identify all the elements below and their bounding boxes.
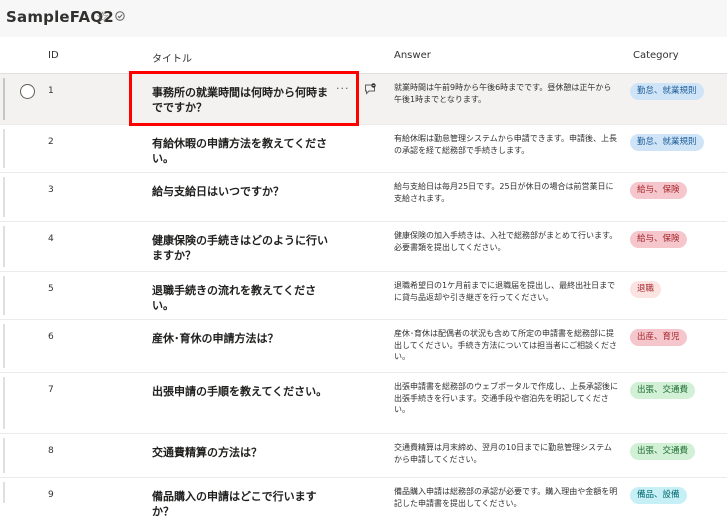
favorite-star-icon[interactable]: ☆ xyxy=(96,9,109,26)
row-indicator xyxy=(3,177,5,217)
category-pill: 退職 xyxy=(630,281,662,298)
list-header-bar: SampleFAQ2 ☆ xyxy=(0,0,727,37)
table-row[interactable]: 1 事務所の就業時間は何時から何時までですか？ ··· 就業時間は午前9時から午… xyxy=(0,74,727,125)
row-answer: 交通費精算は月末締め、翌月の10日までに勤怠管理システムから申請してください。 xyxy=(394,443,612,464)
row-title[interactable]: 産休･育休の申請方法は？ xyxy=(152,331,328,346)
category-pill: 出産、育児 xyxy=(630,329,687,346)
row-title[interactable]: 退職手続きの流れを教えてください。 xyxy=(152,283,328,313)
row-id: 4 xyxy=(48,234,54,244)
column-header-row: ID タイトル Answer Category xyxy=(0,37,727,74)
highlight-box xyxy=(129,71,359,126)
row-id: 8 xyxy=(48,446,54,456)
table-row[interactable]: 6 産休･育休の申請方法は？ 産休･育休は配偶者の状況も含めて所定の申請書を総務… xyxy=(0,320,727,373)
row-indicator xyxy=(3,276,5,315)
row-select-radio[interactable] xyxy=(20,84,35,99)
row-id: 6 xyxy=(48,332,54,342)
category-pill: 出張、交通費 xyxy=(630,443,696,460)
row-id: 7 xyxy=(48,385,54,395)
row-answer: 有給休暇は勤怠管理システムから申請できます。申請後、上長の承認を経て総務部で手続… xyxy=(394,134,617,155)
row-answer: 産休･育休は配偶者の状況も含めて所定の申請書を総務部に提出してください。手続き方… xyxy=(394,329,617,361)
row-title[interactable]: 備品購入の申請はどこで行いますか？ xyxy=(152,489,328,519)
row-indicator xyxy=(3,78,5,120)
column-header-answer[interactable]: Answer xyxy=(394,50,431,61)
row-answer: 出張申請書を総務部のウェブポータルで作成し、上長承認後に出張手続きを行います。交… xyxy=(394,382,618,414)
table-row[interactable]: 3 給与支給日はいつですか？ 給与支給日は毎月25日です。25日が休日の場合は前… xyxy=(0,173,727,222)
row-id: 3 xyxy=(48,185,54,195)
category-pill: 出張、交通費 xyxy=(630,382,696,399)
row-id: 5 xyxy=(48,284,54,294)
table-row[interactable]: 5 退職手続きの流れを教えてください。 退職希望日の1ケ月前までに退職届を提出し… xyxy=(0,272,727,320)
category-pill: 備品、設備 xyxy=(630,487,687,504)
table-row[interactable]: 9 備品購入の申請はどこで行いますか？ 備品購入申請は総務部の承認が必要です。購… xyxy=(0,478,727,518)
column-header-category[interactable]: Category xyxy=(633,50,679,61)
row-answer: 退職希望日の1ケ月前までに退職届を提出し、最終出社日までに貸与品返却や引き継ぎを… xyxy=(394,281,616,302)
category-pill: 勤怠、就業規則 xyxy=(630,83,704,100)
column-header-title[interactable]: タイトル xyxy=(152,50,192,65)
row-title[interactable]: 給与支給日はいつですか？ xyxy=(152,184,328,199)
row-answer: 就業時間は午前9時から午後6時までです。昼休憩は正午から午後1時までとなります。 xyxy=(394,83,612,104)
row-title[interactable]: 出張申請の手順を教えてください。 xyxy=(152,384,328,399)
category-pill: 給与、保険 xyxy=(630,231,687,248)
category-pill: 給与、保険 xyxy=(630,182,687,199)
status-check-icon[interactable] xyxy=(115,11,125,21)
row-indicator xyxy=(3,129,5,168)
table-row[interactable]: 4 健康保険の手続きはどのように行いますか？ 健康保険の加入手続きは、入社で総務… xyxy=(0,222,727,272)
table-row[interactable]: 7 出張申請の手順を教えてください。 出張申請書を総務部のウェブポータルで作成し… xyxy=(0,373,727,434)
table-row[interactable]: 2 有給休暇の申請方法を教えてください。 有給休暇は勤怠管理システムから申請でき… xyxy=(0,125,727,173)
row-id: 2 xyxy=(48,137,54,147)
row-indicator xyxy=(3,226,5,267)
row-title[interactable]: 健康保険の手続きはどのように行いますか？ xyxy=(152,233,328,263)
table-row[interactable]: 8 交通費精算の方法は？ 交通費精算は月末締め、翌月の10日までに勤怠管理システ… xyxy=(0,434,727,478)
row-indicator xyxy=(3,482,5,503)
comment-icon[interactable] xyxy=(364,83,376,95)
row-answer: 備品購入申請は総務部の承認が必要です。購入理由や金額を明記した申請書を提出してく… xyxy=(394,487,618,508)
row-title[interactable]: 有給休暇の申請方法を教えてください。 xyxy=(152,136,328,166)
row-indicator xyxy=(3,377,5,429)
row-answer: 健康保険の加入手続きは、入社で総務部がまとめて行います。必要書類を提出してくださ… xyxy=(394,231,618,252)
row-id: 1 xyxy=(48,86,54,96)
category-pill: 勤怠、就業規則 xyxy=(630,134,704,151)
column-header-id[interactable]: ID xyxy=(48,50,59,61)
row-answer: 給与支給日は毎月25日です。25日が休日の場合は前営業日に支給されます。 xyxy=(394,182,614,203)
row-id: 9 xyxy=(48,490,54,500)
row-title[interactable]: 交通費精算の方法は？ xyxy=(152,445,328,460)
row-indicator xyxy=(3,438,5,473)
row-indicator xyxy=(3,324,5,368)
